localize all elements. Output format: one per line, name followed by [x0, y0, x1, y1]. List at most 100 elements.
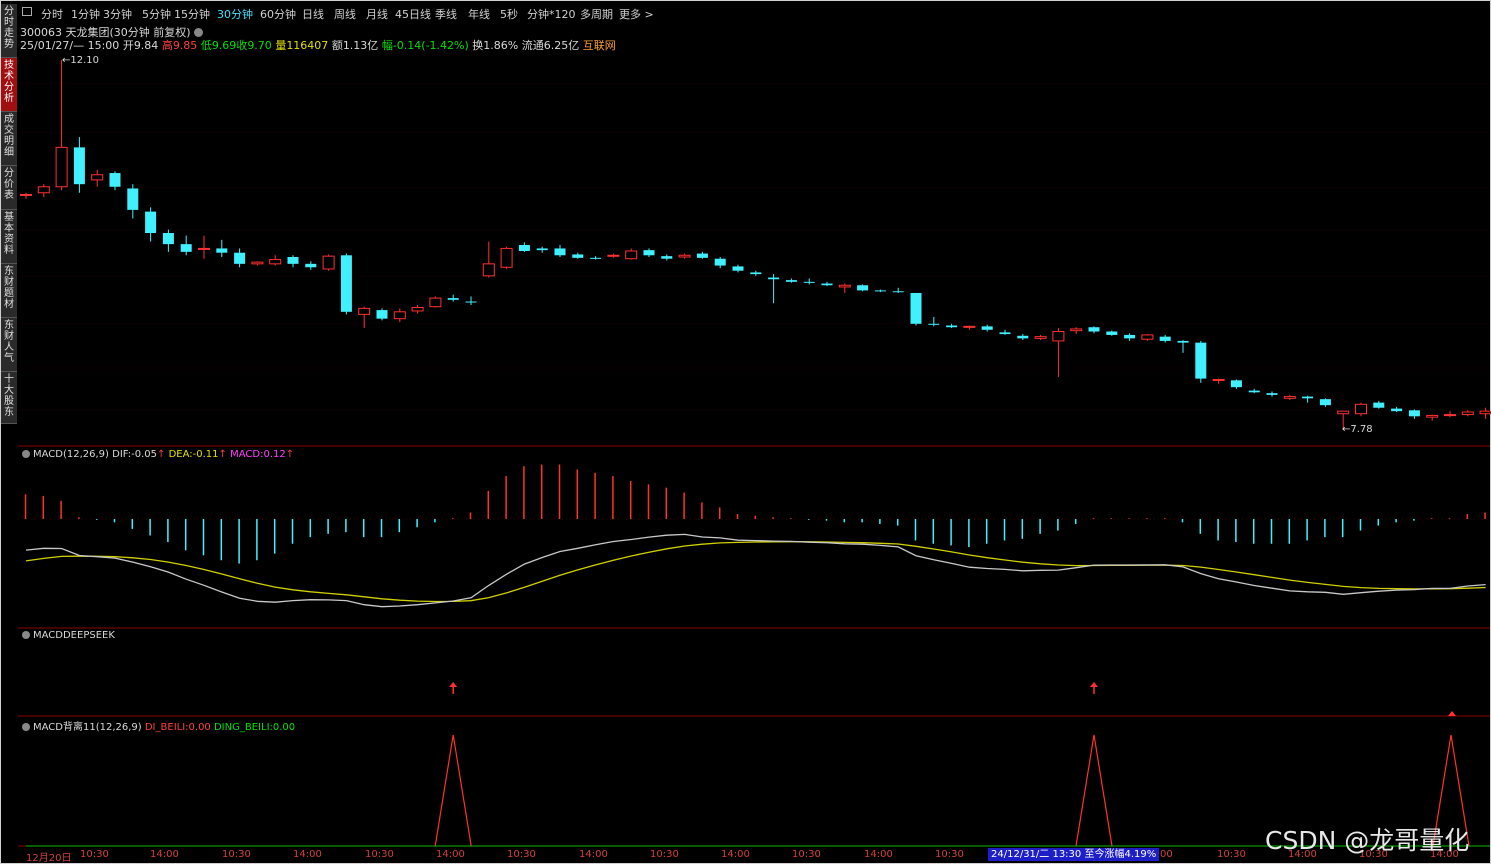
macd-panel-toggle-icon[interactable]	[22, 450, 30, 458]
time-label-10: 14:00	[721, 849, 750, 860]
beili-name[interactable]: MACD背离11(12,26,9)	[33, 722, 142, 733]
time-label-14: 00	[1160, 849, 1173, 860]
candle-body-55	[999, 332, 1011, 335]
candle-body-38	[696, 253, 708, 258]
deepseek-panel-title: MACDDEEPSEEK	[22, 630, 115, 641]
candle-body-39	[714, 258, 726, 266]
candle-body-69	[1248, 390, 1260, 393]
candle-body-3	[73, 147, 85, 185]
candle-body-82	[1479, 410, 1491, 415]
dif-label: DIF:	[112, 449, 132, 460]
candle-body-76	[1373, 402, 1385, 408]
candle-body-16	[305, 263, 317, 268]
time-label-8: 14:00	[579, 849, 608, 860]
candle-body-66	[1195, 342, 1207, 379]
time-label-15: 10:30	[1217, 849, 1246, 860]
dea-value: -0.11	[192, 449, 219, 460]
candle-body-79	[1426, 414, 1439, 418]
time-label-4: 14:00	[293, 849, 322, 860]
candle-body-22	[411, 307, 424, 312]
candle-body-23	[429, 297, 442, 308]
candle-body-48	[874, 290, 886, 292]
candle-body-11	[216, 248, 228, 253]
candle-body-65	[1177, 340, 1189, 343]
high-price-value: 12.10	[70, 55, 100, 66]
candle-body-50	[910, 292, 922, 324]
candle-body-64	[1159, 336, 1171, 341]
candle-body-25	[465, 301, 477, 303]
candle-body-80	[1444, 414, 1456, 417]
candle-body-20	[376, 310, 388, 319]
candle-body-45	[821, 283, 833, 286]
candle-body-9	[180, 244, 192, 252]
candle-body-67	[1212, 378, 1225, 381]
beili-panel-title: MACD背离11(12,26,9) DI_BEILI:0.00 DING_BEI…	[22, 718, 295, 733]
dif-arrow-icon: ↑	[157, 449, 166, 460]
time-label-9: 10:30	[650, 849, 679, 860]
candle-body-59	[1070, 328, 1083, 332]
dea-arrow-icon: ↑	[218, 449, 227, 460]
candle-body-74	[1337, 410, 1350, 415]
candle-body-13	[251, 261, 264, 265]
candle-body-43	[785, 280, 797, 282]
macd-value: 0.12	[263, 449, 286, 460]
candle-body-77	[1391, 408, 1403, 412]
candle-body-58	[1052, 331, 1065, 342]
candle-body-18	[340, 255, 352, 312]
candle-body-78	[1408, 410, 1420, 417]
di-beili-value: 0.00	[188, 722, 211, 733]
dea-label: DEA:	[168, 449, 193, 460]
ding-beili-value: 0.00	[272, 722, 296, 733]
candle-body-26	[482, 263, 495, 277]
candle-body-24	[447, 298, 459, 300]
dif-value: -0.05	[131, 449, 158, 460]
macd-label: MACD:	[230, 449, 264, 460]
cursor-time-label: 24/12/31/二 13:30 至今涨幅4.19%	[988, 848, 1160, 861]
deepseek-name[interactable]: MACDDEEPSEEK	[33, 630, 115, 641]
candle-body-54	[981, 326, 993, 330]
candle-body-81	[1461, 411, 1474, 416]
low-price-value: 7.78	[1350, 424, 1373, 435]
time-label-13: 10:30	[935, 849, 964, 860]
candle-body-53	[963, 325, 976, 328]
candle-body-62	[1124, 334, 1136, 339]
beili-peak-0	[434, 734, 472, 847]
dea-line	[25, 541, 1486, 603]
candle-body-1	[37, 186, 50, 194]
candle-body-10	[198, 247, 210, 250]
time-label-5: 10:30	[365, 849, 394, 860]
chart-canvas[interactable]	[0, 0, 1491, 864]
candle-body-32	[590, 257, 602, 259]
deepseek-panel-toggle-icon[interactable]	[22, 631, 30, 639]
candle-body-21	[393, 311, 406, 320]
candle-body-31	[572, 254, 584, 258]
candle-body-33	[607, 254, 620, 257]
candle-body-8	[162, 233, 174, 245]
candle-body-30	[554, 248, 566, 256]
time-label-0: 12月20日	[26, 853, 72, 864]
candle-body-4	[91, 174, 104, 181]
macd-name[interactable]: MACD(12,26,9)	[33, 449, 109, 460]
high-price-mark: ←12.10	[62, 55, 100, 66]
candle-body-6	[127, 188, 139, 210]
time-label-2: 14:00	[150, 849, 179, 860]
beili-panel-toggle-icon[interactable]	[22, 723, 30, 731]
candle-body-28	[518, 245, 530, 251]
candle-body-46	[838, 284, 851, 288]
candle-body-27	[500, 247, 513, 268]
candle-body-56	[1017, 335, 1029, 339]
candle-body-14	[269, 259, 282, 265]
time-label-11: 10:30	[792, 849, 821, 860]
candle-body-47	[857, 285, 869, 291]
candle-body-12	[234, 252, 246, 264]
candle-body-44	[803, 281, 815, 283]
candle-body-71	[1283, 396, 1296, 399]
candle-body-41	[750, 272, 762, 275]
candle-body-68	[1230, 380, 1242, 388]
candle-body-75	[1355, 403, 1367, 415]
candle-body-19	[358, 307, 371, 315]
candle-body-37	[678, 254, 691, 258]
candle-body-70	[1266, 393, 1278, 395]
candle-body-15	[287, 256, 299, 264]
candle-body-60	[1088, 327, 1100, 332]
